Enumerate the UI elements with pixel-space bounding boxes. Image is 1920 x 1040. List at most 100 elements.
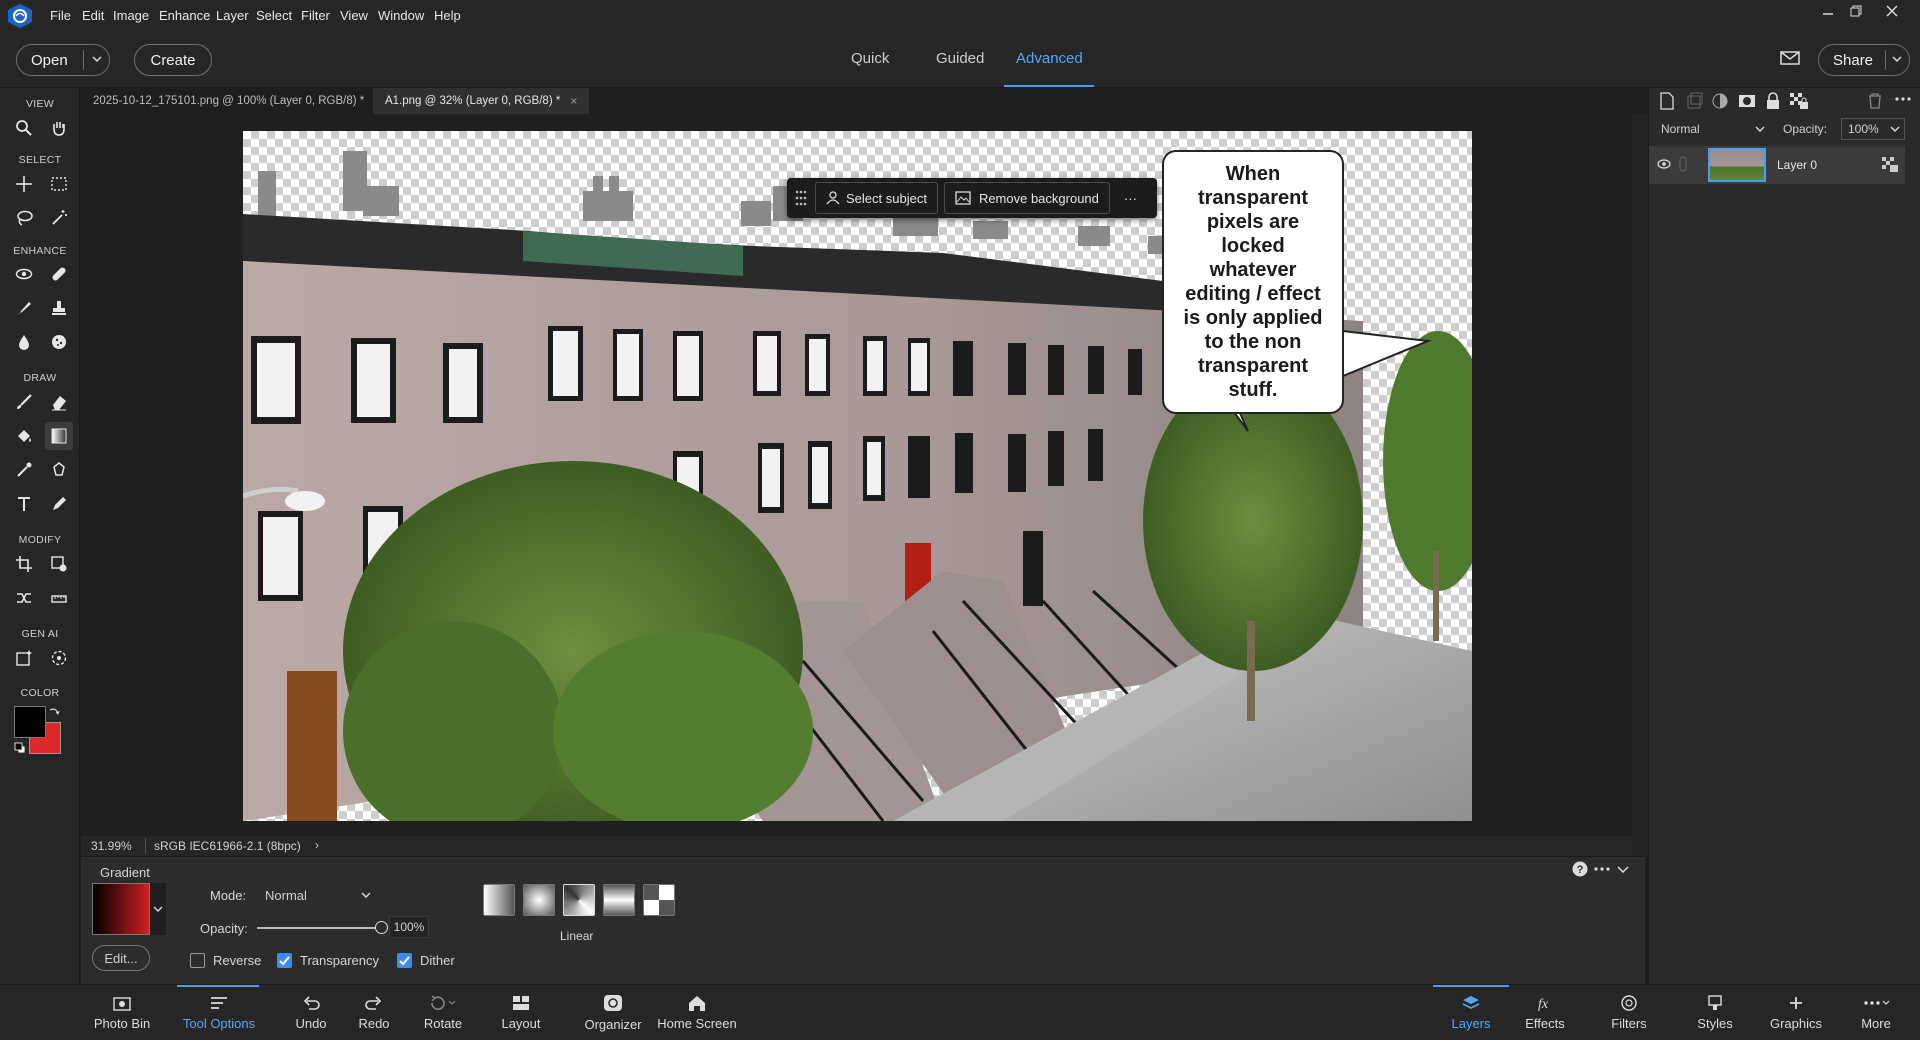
blend-mode-select[interactable]: Normal bbox=[1657, 118, 1769, 140]
default-colors-icon[interactable] bbox=[14, 742, 26, 754]
lock-transparent-pixels-icon[interactable] bbox=[1789, 92, 1809, 110]
mode-select[interactable]: Normal bbox=[259, 883, 377, 907]
type-tool-icon[interactable] bbox=[10, 490, 38, 518]
swap-colors-icon[interactable] bbox=[48, 706, 60, 718]
menu-view[interactable]: View bbox=[340, 8, 368, 23]
tab-guided[interactable]: Guided bbox=[936, 50, 984, 67]
recompose-tool-icon[interactable] bbox=[45, 550, 73, 578]
create-button[interactable]: Create bbox=[134, 44, 212, 76]
rotate-button[interactable]: Rotate bbox=[418, 985, 468, 1040]
home-screen-button[interactable]: Home Screen bbox=[656, 985, 738, 1040]
link-icon[interactable] bbox=[1679, 156, 1687, 172]
close-window-button[interactable] bbox=[1878, 2, 1906, 20]
tool-options-button[interactable]: Tool Options bbox=[178, 985, 260, 1040]
panel-more-icon[interactable] bbox=[1895, 96, 1911, 102]
doc-tab[interactable]: 2025-10-12_175101.png @ 100% (Layer 0, R… bbox=[81, 88, 393, 114]
diamond-gradient-button[interactable] bbox=[643, 884, 675, 916]
minimize-button[interactable] bbox=[1814, 2, 1842, 20]
move-tool-icon[interactable] bbox=[10, 170, 38, 198]
mail-icon[interactable] bbox=[1780, 50, 1800, 66]
graphics-button[interactable]: Graphics bbox=[1760, 985, 1832, 1040]
angle-gradient-button[interactable] bbox=[563, 884, 595, 916]
restore-button[interactable] bbox=[1842, 2, 1870, 20]
generative-fill-icon[interactable] bbox=[10, 644, 38, 672]
dither-checkbox[interactable] bbox=[397, 953, 412, 968]
redo-button[interactable]: Redo bbox=[349, 985, 399, 1040]
menu-file[interactable]: File bbox=[50, 8, 71, 23]
new-group-icon[interactable] bbox=[1687, 92, 1703, 110]
magic-wand-tool-icon[interactable] bbox=[45, 204, 73, 232]
radial-gradient-button[interactable] bbox=[523, 884, 555, 916]
adjustment-layer-icon[interactable] bbox=[1711, 92, 1729, 110]
menu-filter[interactable]: Filter bbox=[301, 8, 330, 23]
opacity-slider-thumb[interactable] bbox=[375, 921, 388, 934]
vertical-scrollbar[interactable] bbox=[1632, 114, 1648, 856]
content-aware-move-icon[interactable] bbox=[10, 584, 38, 612]
share-button[interactable]: Share bbox=[1818, 44, 1910, 76]
more-button[interactable]: More bbox=[1846, 985, 1906, 1040]
smart-brush-icon[interactable] bbox=[10, 294, 38, 322]
zoom-tool-icon[interactable] bbox=[10, 114, 38, 142]
drag-handle-icon[interactable] bbox=[793, 188, 809, 208]
status-arrow-icon[interactable]: › bbox=[315, 838, 319, 852]
hand-tool-icon[interactable] bbox=[45, 114, 73, 142]
undo-button[interactable]: Undo bbox=[286, 985, 336, 1040]
layer-row[interactable]: Layer 0 bbox=[1649, 146, 1905, 184]
select-subject-button[interactable]: Select subject bbox=[815, 182, 938, 214]
brush-tool-icon[interactable] bbox=[10, 388, 38, 416]
generative-remove-icon[interactable] bbox=[45, 644, 73, 672]
chevron-down-icon[interactable] bbox=[91, 53, 103, 65]
styles-button[interactable]: Styles bbox=[1682, 985, 1748, 1040]
lock-all-icon[interactable] bbox=[1766, 92, 1780, 110]
eraser-tool-icon[interactable] bbox=[45, 388, 73, 416]
layer-opacity-input[interactable]: 100% bbox=[1841, 118, 1905, 140]
red-eye-tool-icon[interactable] bbox=[10, 260, 38, 288]
menu-enhance[interactable]: Enhance bbox=[159, 8, 210, 23]
layer-mask-icon[interactable] bbox=[1738, 92, 1756, 110]
marquee-tool-icon[interactable] bbox=[45, 170, 73, 198]
opacity-input[interactable]: 100% bbox=[389, 916, 429, 938]
gradient-preview[interactable] bbox=[92, 883, 150, 935]
tab-advanced[interactable]: Advanced bbox=[1016, 50, 1083, 67]
tab-quick[interactable]: Quick bbox=[851, 50, 889, 67]
filters-button[interactable]: Filters bbox=[1596, 985, 1662, 1040]
layout-button[interactable]: Layout bbox=[496, 985, 546, 1040]
help-icon[interactable]: ? bbox=[1572, 861, 1588, 877]
menu-layer[interactable]: Layer bbox=[216, 8, 249, 23]
gradient-tool-icon[interactable] bbox=[45, 422, 73, 450]
eye-icon[interactable] bbox=[1657, 158, 1671, 170]
pencil-tool-icon[interactable] bbox=[45, 490, 73, 518]
layers-button[interactable]: Layers bbox=[1434, 985, 1508, 1040]
gradient-picker-dropdown[interactable] bbox=[150, 883, 166, 935]
paint-bucket-icon[interactable] bbox=[10, 422, 38, 450]
menu-edit[interactable]: Edit bbox=[82, 8, 104, 23]
menu-image[interactable]: Image bbox=[113, 8, 149, 23]
menu-select[interactable]: Select bbox=[256, 8, 292, 23]
doc-tab-active[interactable]: A1.png @ 32% (Layer 0, RGB/8) * × bbox=[373, 88, 590, 114]
effects-button[interactable]: fx Effects bbox=[1514, 985, 1576, 1040]
eyedropper-icon[interactable] bbox=[10, 456, 38, 484]
chevron-down-icon[interactable] bbox=[1891, 53, 1903, 65]
transparency-checkbox[interactable] bbox=[277, 953, 292, 968]
more-options-button[interactable]: ··· bbox=[1116, 182, 1145, 214]
crop-tool-icon[interactable] bbox=[10, 550, 38, 578]
more-options-icon[interactable] bbox=[1594, 862, 1610, 876]
organizer-button[interactable]: Organizer bbox=[578, 985, 648, 1040]
foreground-color-swatch[interactable] bbox=[14, 706, 46, 738]
reverse-checkbox[interactable] bbox=[190, 953, 205, 968]
reflected-gradient-button[interactable] bbox=[603, 884, 635, 916]
delete-layer-icon[interactable] bbox=[1867, 92, 1883, 110]
sponge-tool-icon[interactable] bbox=[45, 328, 73, 356]
edit-gradient-button[interactable]: Edit... bbox=[92, 945, 150, 971]
collapse-panel-icon[interactable] bbox=[1617, 863, 1629, 875]
custom-shape-icon[interactable] bbox=[45, 456, 73, 484]
menu-window[interactable]: Window bbox=[378, 8, 424, 23]
menu-help[interactable]: Help bbox=[434, 8, 461, 23]
zoom-level[interactable]: 31.99% bbox=[91, 839, 132, 853]
photo-bin-button[interactable]: Photo Bin bbox=[84, 985, 160, 1040]
healing-brush-icon[interactable] bbox=[45, 260, 73, 288]
lasso-tool-icon[interactable] bbox=[10, 204, 38, 232]
remove-background-button[interactable]: Remove background bbox=[943, 182, 1110, 214]
linear-gradient-button[interactable] bbox=[483, 884, 515, 916]
straighten-tool-icon[interactable] bbox=[45, 584, 73, 612]
